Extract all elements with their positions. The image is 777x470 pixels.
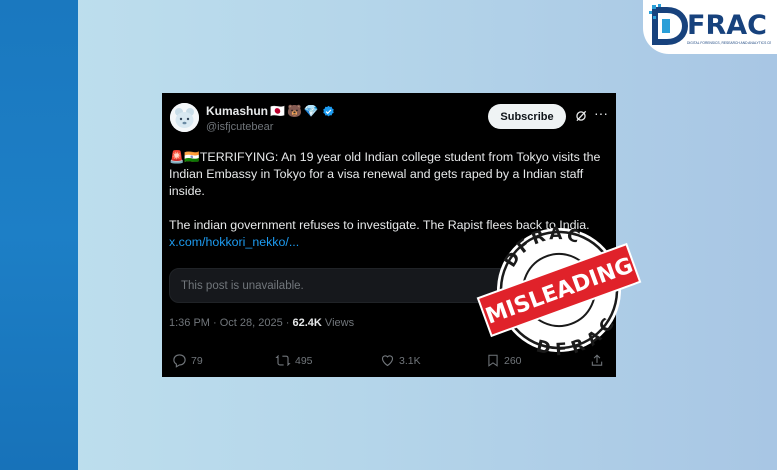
gem-emoji: 💎	[303, 104, 319, 118]
flag-emoji: 🇯🇵	[270, 104, 285, 118]
bear-emoji: 🐻	[286, 104, 302, 118]
bear-avatar-icon	[170, 103, 199, 132]
dfrac-logo: FRAC DIGITAL FORENSICS, RESEARCH AND ANA…	[643, 0, 777, 54]
tweet-link[interactable]: x.com/hokkori_nekko/...	[169, 235, 299, 249]
repost-icon	[275, 355, 291, 366]
avatar[interactable]	[170, 103, 199, 132]
bookmark-icon	[488, 354, 498, 367]
repost-count: 495	[295, 354, 313, 367]
display-name-row[interactable]: Kumashun 🇯🇵 🐻 💎	[206, 104, 335, 118]
reply-icon	[173, 354, 186, 368]
timestamp[interactable]: 1:36 PM · Oct 28, 2025 ·	[169, 317, 293, 329]
action-bar: 79 495 3.1K 260	[162, 349, 616, 375]
tweet-text-2: The indian government refuses to investi…	[169, 218, 590, 232]
left-blue-band	[0, 0, 78, 470]
views-label: Views	[321, 317, 355, 329]
bookmark-action[interactable]: 260	[486, 353, 522, 368]
reply-action[interactable]: 79	[172, 353, 203, 368]
quoted-post-unavailable: This post is unavailable.	[169, 268, 610, 303]
tweet-text-1: TERRIFYING: An 19 year old Indian colleg…	[169, 150, 601, 198]
tweet-card: Kumashun 🇯🇵 🐻 💎 @isfjcutebear Subscribe …	[162, 93, 616, 377]
heart-icon	[381, 355, 394, 367]
like-count: 3.1K	[399, 354, 421, 367]
bookmark-count: 260	[504, 354, 522, 367]
display-name[interactable]: Kumashun	[206, 104, 268, 118]
more-options-button[interactable]: ···	[594, 105, 608, 121]
tweet-meta: 1:36 PM · Oct 28, 2025 · 62.4K Views	[169, 317, 354, 329]
reply-count: 79	[191, 354, 203, 367]
repost-action[interactable]: 495	[275, 353, 313, 368]
like-action[interactable]: 3.1K	[380, 353, 421, 368]
siren-flag-emojis: 🚨🇮🇳	[169, 150, 200, 164]
user-handle[interactable]: @isfjcutebear	[206, 121, 273, 133]
dfrac-d-mark-icon	[649, 4, 689, 45]
grok-icon[interactable]	[574, 109, 588, 123]
logo-text: FRAC	[687, 10, 767, 41]
subscribe-button[interactable]: Subscribe	[488, 104, 566, 129]
views-count: 62.4K	[292, 317, 322, 329]
tweet-paragraph-2: The indian government refuses to investi…	[169, 217, 609, 251]
share-icon	[591, 354, 603, 366]
share-action[interactable]	[590, 353, 608, 368]
tweet-paragraph-1: 🚨🇮🇳TERRIFYING: An 19 year old Indian col…	[169, 149, 609, 200]
tweet-body: 🚨🇮🇳TERRIFYING: An 19 year old Indian col…	[169, 149, 609, 268]
logo-subtitle: DIGITAL FORENSICS, RESEARCH AND ANALYTIC…	[687, 41, 771, 45]
verified-badge-icon	[323, 105, 334, 116]
